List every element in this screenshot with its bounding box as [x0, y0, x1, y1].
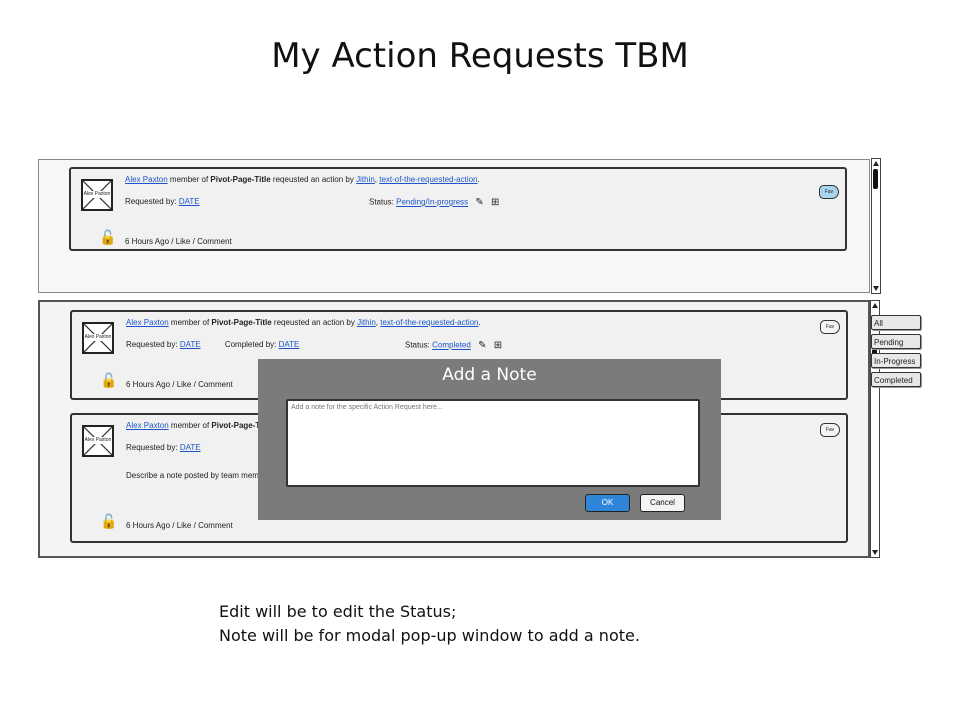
assignee-link[interactable]: Jithin: [357, 318, 376, 327]
requested-by-row: Requested by: DATE Completed by: DATE: [126, 340, 299, 349]
status-label: Status:: [405, 340, 430, 350]
cancel-button[interactable]: Cancel: [640, 494, 685, 512]
separator: /: [170, 380, 177, 389]
social-actions: 6 Hours Ago / Like / Comment: [126, 521, 233, 530]
text-member-of: member of: [168, 421, 212, 430]
user-link[interactable]: Alex Paxton: [126, 421, 169, 430]
note-line-2: Note will be for modal pop-up window to …: [219, 626, 640, 645]
like-link[interactable]: Like: [177, 380, 192, 389]
comment-link[interactable]: Comment: [197, 237, 232, 246]
comment-link[interactable]: Comment: [198, 521, 233, 530]
page-title: My Action Requests TBM: [271, 36, 689, 76]
separator: /: [169, 237, 176, 246]
pivot-title: Pivot-Page-Title: [210, 175, 271, 184]
action-link[interactable]: text-of-the-requested-action: [379, 175, 477, 184]
unlock-icon[interactable]: 🔓: [99, 229, 116, 246]
pencil-icon[interactable]: ✎: [475, 197, 483, 208]
text-period: .: [478, 318, 481, 327]
tab-in-progress[interactable]: In-Progress: [871, 353, 921, 368]
time-ago: 6 Hours Ago: [126, 521, 171, 530]
time-ago: 6 Hours Ago: [125, 237, 170, 246]
status-link[interactable]: Completed: [432, 341, 471, 350]
tab-pending[interactable]: Pending: [871, 334, 921, 349]
status-filter-tabs: All Pending In-Progress Completed: [871, 315, 921, 391]
pivot-title: Pivot-Page-Title: [211, 318, 272, 327]
text-requested-by: reqeusted an action by: [271, 318, 358, 327]
requested-by-label: Requested by:: [126, 443, 178, 452]
scroll-thumb[interactable]: [873, 169, 878, 189]
completed-date-link[interactable]: DATE: [279, 340, 300, 349]
social-actions: 6 Hours Ago / Like / Comment: [125, 237, 232, 246]
action-request-card: Alex Paxton Alex Paxton member of Pivot-…: [69, 167, 847, 251]
request-summary: Alex Paxton member of Pivot-Page-Title: [126, 421, 272, 430]
completed-by-label: Completed by:: [224, 340, 277, 349]
unlock-icon[interactable]: 🔓: [100, 513, 117, 530]
user-link[interactable]: Alex Paxton: [126, 318, 169, 327]
note-input-wrapper: [286, 399, 700, 487]
text-member-of: member of: [167, 175, 211, 184]
add-note-icon[interactable]: ⊞: [491, 197, 499, 208]
requested-date-link[interactable]: DATE: [180, 443, 201, 452]
avatar-caption: Alex Paxton: [84, 334, 112, 341]
fav-button[interactable]: Fav: [820, 320, 840, 334]
scroll-down-icon[interactable]: [872, 550, 878, 555]
like-link[interactable]: Like: [177, 521, 192, 530]
note-text: Describe a note posted by team member: [126, 471, 271, 480]
tab-all[interactable]: All: [871, 315, 921, 330]
social-actions: 6 Hours Ago / Like / Comment: [126, 380, 233, 389]
requested-by-label: Requested by:: [126, 340, 178, 349]
status-row: Status: Completed ✎ ⊞: [405, 340, 502, 351]
requested-by-row: Requested by: DATE: [125, 197, 200, 206]
requested-date-link[interactable]: DATE: [179, 197, 200, 206]
status-label: Status:: [369, 197, 394, 207]
request-summary: Alex Paxton member of Pivot-Page-Title r…: [125, 175, 480, 184]
like-link[interactable]: Like: [176, 237, 191, 246]
scroll-down-icon[interactable]: [873, 286, 879, 291]
status-row: Status: Pending/In-progress ✎ ⊞: [369, 197, 499, 208]
text-member-of: member of: [168, 318, 212, 327]
add-note-icon[interactable]: ⊞: [494, 340, 502, 351]
requested-date-link[interactable]: DATE: [180, 340, 201, 349]
note-line-1: Edit will be to edit the Status;: [219, 602, 457, 621]
avatar-caption: Alex Paxton: [84, 437, 112, 444]
text-period: .: [477, 175, 480, 184]
avatar[interactable]: Alex Paxton: [81, 179, 113, 211]
scroll-up-icon[interactable]: [873, 161, 879, 166]
avatar[interactable]: Alex Paxton: [82, 322, 114, 354]
tab-completed[interactable]: Completed: [871, 372, 921, 387]
user-link[interactable]: Alex Paxton: [125, 175, 168, 184]
modal-title: Add a Note: [442, 365, 537, 385]
scrollbar-top[interactable]: [871, 158, 881, 294]
add-note-modal: Add a Note OK Cancel: [258, 359, 721, 520]
activity-feed-top: Alex Paxton Alex Paxton member of Pivot-…: [38, 158, 881, 294]
action-link[interactable]: text-of-the-requested-action: [380, 318, 478, 327]
request-summary: Alex Paxton member of Pivot-Page-Title r…: [126, 318, 481, 327]
avatar[interactable]: Alex Paxton: [82, 425, 114, 457]
scroll-up-icon[interactable]: [872, 303, 878, 308]
requested-by-row: Requested by: DATE: [126, 443, 201, 452]
comment-link[interactable]: Comment: [198, 380, 233, 389]
annotation-notes: Edit will be to edit the Status; Note wi…: [219, 600, 640, 648]
unlock-icon[interactable]: 🔓: [100, 372, 117, 389]
text-requested-by: reqeusted an action by: [270, 175, 357, 184]
status-link[interactable]: Pending/In-progress: [396, 198, 468, 207]
note-input[interactable]: [288, 401, 698, 485]
fav-button[interactable]: Fav: [820, 423, 840, 437]
avatar-caption: Alex Paxton: [83, 191, 111, 198]
time-ago: 6 Hours Ago: [126, 380, 171, 389]
ok-button[interactable]: OK: [585, 494, 630, 512]
fav-button[interactable]: Fav: [819, 185, 839, 199]
requested-by-label: Requested by:: [125, 197, 177, 206]
assignee-link[interactable]: Jithin: [356, 175, 375, 184]
separator: /: [170, 521, 177, 530]
pencil-icon[interactable]: ✎: [478, 340, 486, 351]
